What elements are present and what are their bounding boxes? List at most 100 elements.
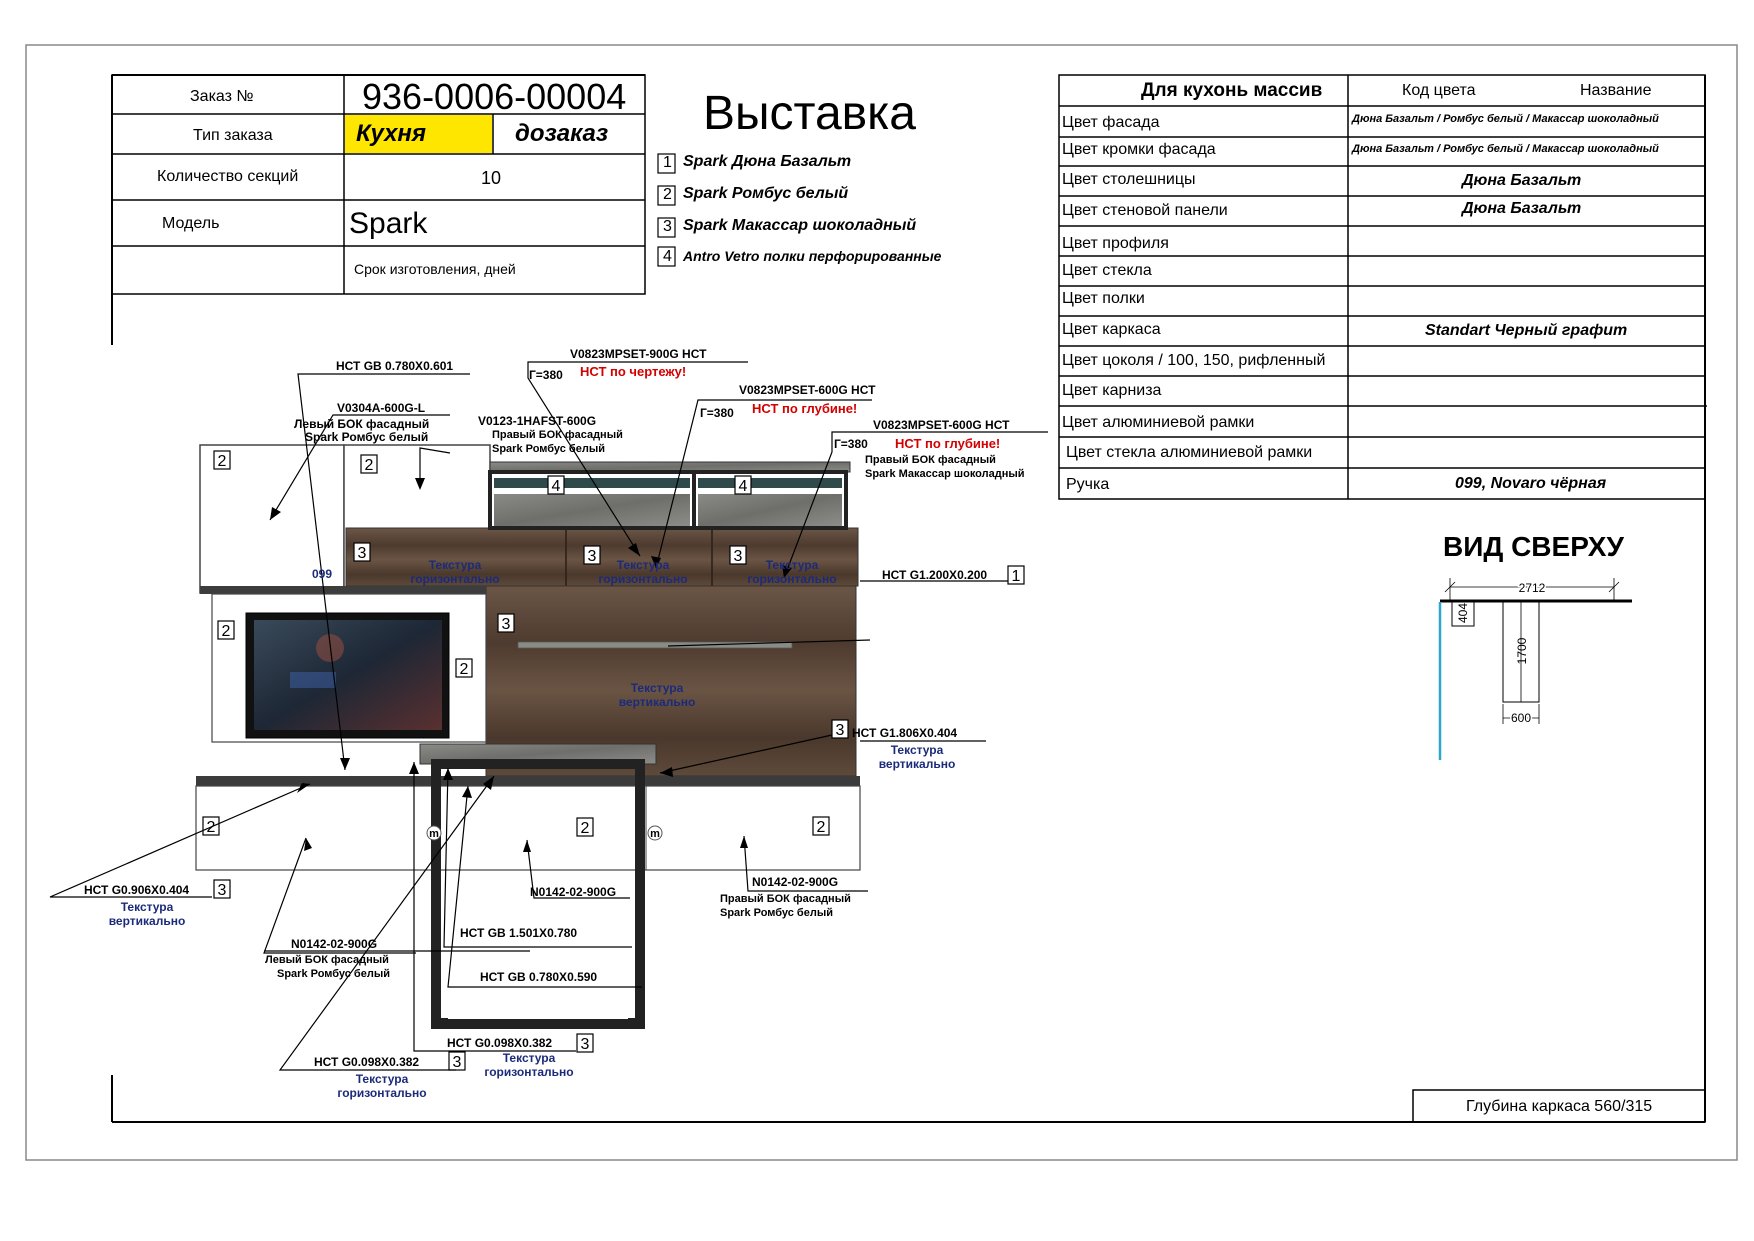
svg-text:горизонтально: горизонтально bbox=[410, 572, 499, 586]
svg-text:вертикально: вертикально bbox=[879, 757, 956, 771]
material-3: Spark Макассар шоколадный bbox=[683, 217, 917, 234]
top-view-title: ВИД СВЕРХУ bbox=[1443, 531, 1624, 562]
top-view-width: 2712 bbox=[1519, 581, 1546, 595]
svg-text:3: 3 bbox=[581, 1036, 590, 1053]
svg-text:V0823MPSET-600G НСТ: V0823MPSET-600G НСТ bbox=[739, 383, 876, 397]
material-2-num: 2 bbox=[663, 186, 672, 203]
svg-text:m: m bbox=[650, 828, 660, 840]
row-shelf-label: Цвет полки bbox=[1062, 290, 1145, 307]
order-number-label: Заказ № bbox=[190, 88, 254, 105]
page-title: Выставка bbox=[703, 87, 916, 140]
row-carcass-label: Цвет каркаса bbox=[1062, 321, 1161, 338]
svg-text:N0142-02-900G: N0142-02-900G bbox=[291, 937, 377, 951]
sections-count: 10 bbox=[481, 168, 502, 188]
svg-text:3: 3 bbox=[588, 548, 597, 565]
sections-label: Количество секций bbox=[157, 168, 299, 185]
svg-text:m: m bbox=[429, 828, 439, 840]
svg-text:НСТ по чертежу!: НСТ по чертежу! bbox=[580, 364, 686, 379]
svg-text:Правый БОК фасадный: Правый БОК фасадный bbox=[720, 893, 851, 905]
svg-text:2: 2 bbox=[581, 820, 590, 837]
order-type-value: Кухня bbox=[356, 120, 427, 147]
svg-text:Г=380: Г=380 bbox=[700, 406, 734, 420]
row-handle-value: 099, Novaro чёрная bbox=[1455, 475, 1607, 492]
svg-text:НСТ G0.906X0.404: НСТ G0.906X0.404 bbox=[84, 883, 189, 897]
svg-text:2: 2 bbox=[817, 819, 826, 836]
svg-text:НСТ GB 0.780X0.601: НСТ GB 0.780X0.601 bbox=[336, 359, 453, 373]
order-type-extra: дозаказ bbox=[515, 120, 609, 147]
svg-text:горизонтально: горизонтально bbox=[598, 572, 687, 586]
svg-text:4: 4 bbox=[552, 478, 561, 495]
production-term-label: Срок изготовления, дней bbox=[354, 261, 516, 277]
row-wallpanel-label: Цвет стеновой панели bbox=[1062, 202, 1228, 219]
svg-text:вертикально: вертикально bbox=[619, 695, 696, 709]
svg-text:3: 3 bbox=[502, 616, 511, 633]
svg-text:2: 2 bbox=[218, 453, 227, 470]
order-number: 936-0006-00004 bbox=[362, 76, 627, 117]
top-view-leg: 600 bbox=[1511, 711, 1531, 725]
svg-text:Текстура: Текстура bbox=[356, 1072, 409, 1086]
svg-text:V0304A-600G-L: V0304A-600G-L bbox=[337, 401, 425, 415]
svg-text:Spark Ромбус белый: Spark Ромбус белый bbox=[277, 968, 390, 980]
row-wallpanel-value: Дюна Базальт bbox=[1462, 200, 1582, 217]
row-alu-glass-label: Цвет стекла алюминиевой рамки bbox=[1066, 444, 1313, 461]
svg-text:Левый БОК фасадный: Левый БОК фасадный bbox=[294, 417, 429, 431]
material-3-num: 3 bbox=[663, 218, 672, 235]
row-glass-label: Цвет стекла bbox=[1062, 262, 1152, 279]
svg-text:V0823MPSET-600G НСТ: V0823MPSET-600G НСТ bbox=[873, 418, 1010, 432]
top-view-length: 1700 bbox=[1515, 637, 1529, 664]
svg-text:3: 3 bbox=[836, 722, 845, 739]
svg-text:горизонтально: горизонтально bbox=[337, 1086, 426, 1100]
drawing-sheet: 2712 404 1700 600 2 2 4 4 3 3 3 1 3 2 2 … bbox=[0, 0, 1754, 1241]
svg-text:N0142-02-900G: N0142-02-900G bbox=[752, 875, 838, 889]
svg-text:3: 3 bbox=[453, 1054, 462, 1071]
svg-text:Текстура: Текстура bbox=[429, 558, 482, 572]
colors-table-head: Для кухонь массив bbox=[1141, 80, 1323, 101]
row-cornice-label: Цвет карниза bbox=[1062, 382, 1162, 399]
svg-text:Текстура: Текстура bbox=[766, 558, 819, 572]
row-profile-label: Цвет профиля bbox=[1062, 235, 1169, 252]
top-view-depth: 404 bbox=[1456, 603, 1470, 623]
svg-text:горизонтально: горизонтально bbox=[484, 1065, 573, 1079]
svg-text:Правый БОК фасадный: Правый БОК фасадный bbox=[865, 454, 996, 466]
svg-text:Г=380: Г=380 bbox=[529, 368, 563, 382]
svg-text:НСТ GB 0.780X0.590: НСТ GB 0.780X0.590 bbox=[480, 970, 597, 984]
svg-text:НСТ по глубине!: НСТ по глубине! bbox=[895, 436, 1000, 451]
svg-text:НСТ GB 1.501X0.780: НСТ GB 1.501X0.780 bbox=[460, 926, 577, 940]
model-label: Модель bbox=[162, 215, 220, 232]
svg-text:4: 4 bbox=[739, 478, 748, 495]
row-handle-label: Ручка bbox=[1066, 476, 1110, 493]
row-facade-value: Дюна Базальт / Ромбус белый / Макассар ш… bbox=[1352, 113, 1659, 125]
svg-text:НСТ G1.200X0.200: НСТ G1.200X0.200 bbox=[882, 568, 987, 582]
svg-text:Текстура: Текстура bbox=[503, 1051, 556, 1065]
svg-text:V0123-1HAFST-600G: V0123-1HAFST-600G bbox=[478, 414, 596, 428]
row-plinth-label: Цвет цоколя / 100, 150, рифленный bbox=[1062, 352, 1326, 369]
svg-text:Текстура: Текстура bbox=[891, 743, 944, 757]
row-edge-value: Дюна Базальт / Ромбус белый / Макассар ш… bbox=[1352, 143, 1659, 155]
svg-text:Текстура: Текстура bbox=[631, 681, 684, 695]
svg-text:2: 2 bbox=[365, 457, 374, 474]
row-alu-frame-label: Цвет алюминиевой рамки bbox=[1062, 414, 1255, 431]
order-type-label: Тип заказа bbox=[193, 127, 273, 144]
svg-text:Spark Ромбус белый: Spark Ромбус белый bbox=[305, 430, 428, 444]
colors-table-grid bbox=[1058, 74, 1707, 500]
svg-text:НСТ G0.098X0.382: НСТ G0.098X0.382 bbox=[447, 1036, 552, 1050]
material-2: Spark Ромбус белый bbox=[683, 185, 849, 202]
svg-text:V0823MPSET-900G НСТ: V0823MPSET-900G НСТ bbox=[570, 347, 707, 361]
row-facade-label: Цвет фасада bbox=[1062, 114, 1160, 131]
row-carcass-value: Standart Черный графит bbox=[1425, 322, 1628, 339]
svg-text:3: 3 bbox=[218, 882, 227, 899]
row-countertop-label: Цвет столешницы bbox=[1062, 171, 1196, 188]
svg-text:3: 3 bbox=[734, 548, 743, 565]
material-1: Spark Дюна Базальт bbox=[683, 153, 852, 170]
svg-text:Текстура: Текстура bbox=[617, 558, 670, 572]
footer-depth: Глубина каркаса 560/315 bbox=[1466, 1098, 1653, 1115]
svg-text:Spark Макассар шоколадный: Spark Макассар шоколадный bbox=[865, 468, 1025, 480]
svg-text:099: 099 bbox=[312, 567, 332, 581]
model-value: Spark bbox=[349, 207, 428, 240]
material-1-num: 1 bbox=[663, 154, 672, 171]
material-4: Antro Vetro полки перфорированные bbox=[683, 248, 942, 264]
svg-text:НСТ G0.098X0.382: НСТ G0.098X0.382 bbox=[314, 1055, 419, 1069]
svg-text:Spark Ромбус белый: Spark Ромбус белый bbox=[720, 907, 833, 919]
svg-text:N0142-02-900G: N0142-02-900G bbox=[530, 885, 616, 899]
svg-text:вертикально: вертикально bbox=[109, 914, 186, 928]
